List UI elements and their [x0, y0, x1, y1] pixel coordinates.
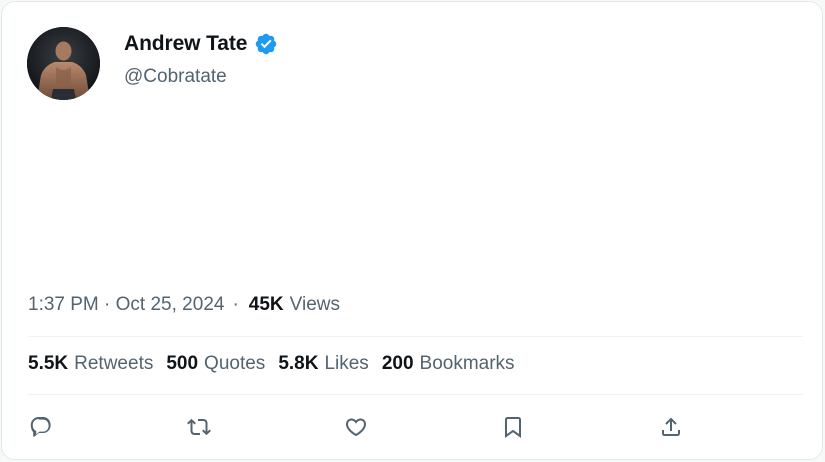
stat-label: Bookmarks — [419, 353, 515, 374]
retweet-icon — [187, 418, 211, 436]
reply-button[interactable] — [26, 412, 56, 442]
avatar-image — [27, 27, 100, 100]
tweet-stats: 5.5K Retweets 500 Quotes 5.8K Likes 200 … — [28, 353, 528, 375]
author-display-name[interactable]: Andrew Tate — [124, 32, 247, 56]
bookmark-icon — [505, 417, 521, 438]
stat-label: Quotes — [204, 353, 266, 374]
tweet-time[interactable]: 1:37 PM — [28, 294, 99, 316]
tweet-date[interactable]: Oct 25, 2024 — [116, 294, 225, 316]
like-button[interactable] — [341, 412, 371, 442]
author-handle[interactable]: @Cobratate — [124, 66, 227, 88]
views-label: Views — [289, 294, 340, 315]
views-count: 45K — [248, 294, 284, 315]
heart-icon — [345, 418, 367, 437]
divider — [28, 394, 803, 395]
tweet-meta: 1:37 PM · Oct 25, 2024 · 45K Views — [28, 294, 340, 316]
stat-label: Retweets — [74, 353, 154, 374]
divider — [28, 336, 803, 337]
tweet-card: Andrew Tate @Cobratate 1:37 PM · Oct 25,… — [1, 1, 823, 460]
reply-icon — [30, 417, 51, 437]
stat-likes[interactable]: 5.8K Likes — [278, 353, 369, 375]
stat-bookmarks[interactable]: 200 Bookmarks — [382, 353, 515, 375]
retweet-button[interactable] — [184, 412, 214, 442]
share-icon — [662, 417, 680, 436]
tweet-actions — [2, 412, 825, 442]
stat-count: 5.8K — [278, 353, 319, 374]
meta-separator: · — [232, 294, 239, 315]
stat-retweets[interactable]: 5.5K Retweets — [28, 353, 153, 375]
stat-count: 200 — [381, 353, 414, 374]
share-button[interactable] — [656, 412, 686, 442]
stat-label: Likes — [324, 353, 369, 374]
stat-count: 500 — [166, 353, 199, 374]
time-date-separator: · — [98, 294, 116, 315]
avatar[interactable] — [27, 27, 100, 100]
stat-count: 5.5K — [28, 353, 69, 374]
bookmark-button[interactable] — [498, 412, 528, 442]
verified-badge-icon — [256, 33, 277, 55]
author-name-row: Andrew Tate — [124, 30, 278, 58]
stat-quotes[interactable]: 500 Quotes — [166, 353, 265, 375]
